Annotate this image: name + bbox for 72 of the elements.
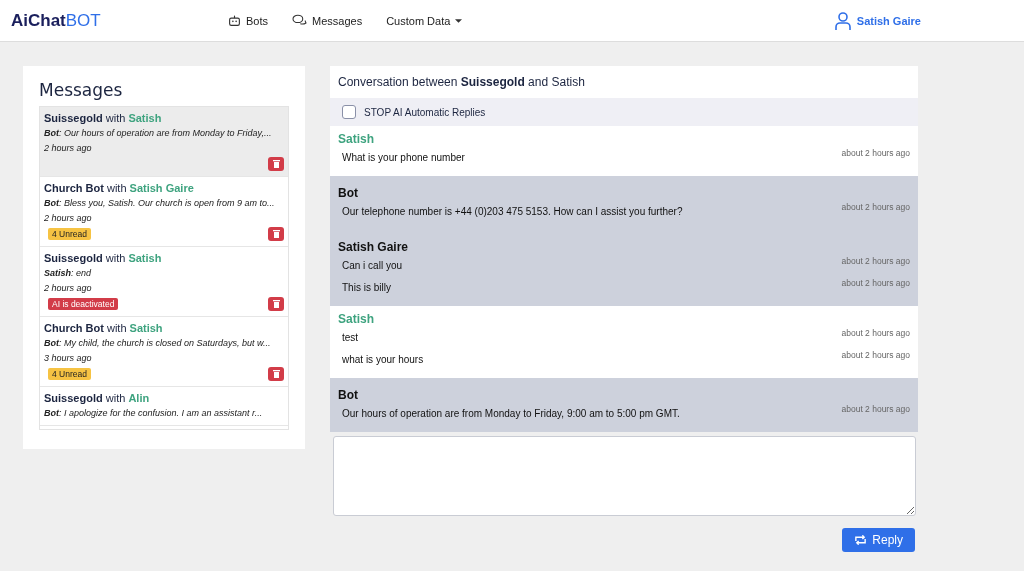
message-preview: Bot: Our hours of operation are from Monday to Friday,... (44, 127, 273, 140)
trash-icon (272, 230, 280, 238)
message-text: Our hours of operation are from Monday to Friday, 9:00 am to 5:00 pm GMT. (342, 407, 680, 419)
status-badge: 4 Unread (48, 368, 91, 380)
status-badge: 4 Unread (48, 228, 91, 240)
timestamp: about 2 hours ago (841, 256, 910, 266)
nav-link[interactable]: Messages (292, 14, 363, 27)
user-name: Satish (129, 322, 163, 334)
with-text: with (105, 392, 126, 404)
bot-name: Suissegold (44, 112, 103, 124)
delete-button[interactable] (268, 297, 284, 311)
sender-name: Bot (338, 388, 359, 402)
message-text: what is your hours (342, 353, 424, 365)
message-preview: Bot: My child, the church is closed on Saturdays, but w... (44, 337, 272, 350)
timestamp: 2 hours ago (44, 282, 93, 295)
user-name: Satish Gaire (129, 182, 194, 194)
checkbox[interactable] (342, 105, 356, 119)
with-text: with (106, 182, 127, 194)
nav-link[interactable]: Custom Data (386, 14, 463, 27)
user-name: Alin (128, 392, 150, 404)
repeat-icon (854, 535, 868, 545)
reply-field[interactable] (333, 436, 916, 516)
timestamp: about 2 hours ago (841, 350, 910, 360)
trash-icon (272, 160, 280, 168)
nav-link[interactable]: Bots (228, 14, 268, 27)
delete-button[interactable] (268, 157, 284, 171)
message-text: test (342, 331, 359, 343)
timestamp: 2 hours ago (44, 142, 93, 155)
logo-accent[interactable]: BOT (65, 10, 101, 30)
sender-name: Satish (338, 312, 375, 326)
message-text: This is billy (342, 281, 391, 293)
trash-icon (272, 370, 280, 378)
user-icon (834, 11, 851, 30)
message-preview: Bot: Bless you, Satish. Our church is open from 9 am to... (44, 197, 276, 210)
bot-name: Church Bot (44, 322, 104, 334)
delete-button[interactable] (268, 367, 284, 381)
delete-button[interactable] (268, 227, 284, 241)
timestamp: 2 hours ago (44, 212, 93, 225)
checkbox-label: STOP AI Automatic Replies (364, 106, 486, 118)
conversation-title: Conversation between Suissegold and Satish (330, 66, 918, 98)
robot-icon (228, 14, 241, 27)
bot-name: Church Bot (44, 182, 104, 194)
with-text: with (105, 112, 126, 124)
bot-name: Suissegold (44, 252, 103, 264)
timestamp: about 2 hours ago (841, 404, 910, 414)
caret-icon (455, 18, 463, 23)
conversation-item[interactable]: Suissegold with Satish Bot: Our hours of operation are from Monday to Friday,... 2 hours ago (40, 107, 288, 177)
timestamp: about 2 hours ago (841, 328, 910, 338)
message-text: What is your phone number (342, 151, 465, 163)
with-text: with (105, 252, 126, 264)
with-text: with (106, 322, 127, 334)
message-preview: Satish: end (44, 267, 93, 280)
reply-button[interactable]: Reply (842, 528, 915, 552)
user-menu[interactable]: Satish Gaire (834, 11, 921, 30)
user-name: Satish (128, 112, 162, 124)
timestamp: 3 hours ago (44, 352, 93, 365)
message-text: Can i call you (342, 259, 403, 271)
sender-name: Satish (338, 132, 375, 146)
timestamp: about 2 hours ago (841, 202, 910, 212)
user-name: Satish (128, 252, 162, 264)
message-preview: Bot: I apologize for the confusion. I am an assistant r... (44, 407, 264, 420)
trash-icon (272, 300, 280, 308)
chat-icon (292, 14, 307, 27)
sender-name: Satish Gaire (338, 240, 410, 254)
timestamp: about 2 hours ago (841, 278, 910, 288)
sender-name: Bot (338, 186, 359, 200)
message-text: Our telephone number is +44 (0)203 475 5153. How can I assist you further? (342, 205, 683, 217)
logo-text[interactable]: AiChat (11, 10, 66, 30)
timestamp: about 2 hours ago (841, 148, 910, 158)
bot-name: Suissegold (44, 392, 103, 404)
panel-title: Messages (39, 80, 124, 100)
status-badge: AI is deactivated (48, 298, 119, 310)
